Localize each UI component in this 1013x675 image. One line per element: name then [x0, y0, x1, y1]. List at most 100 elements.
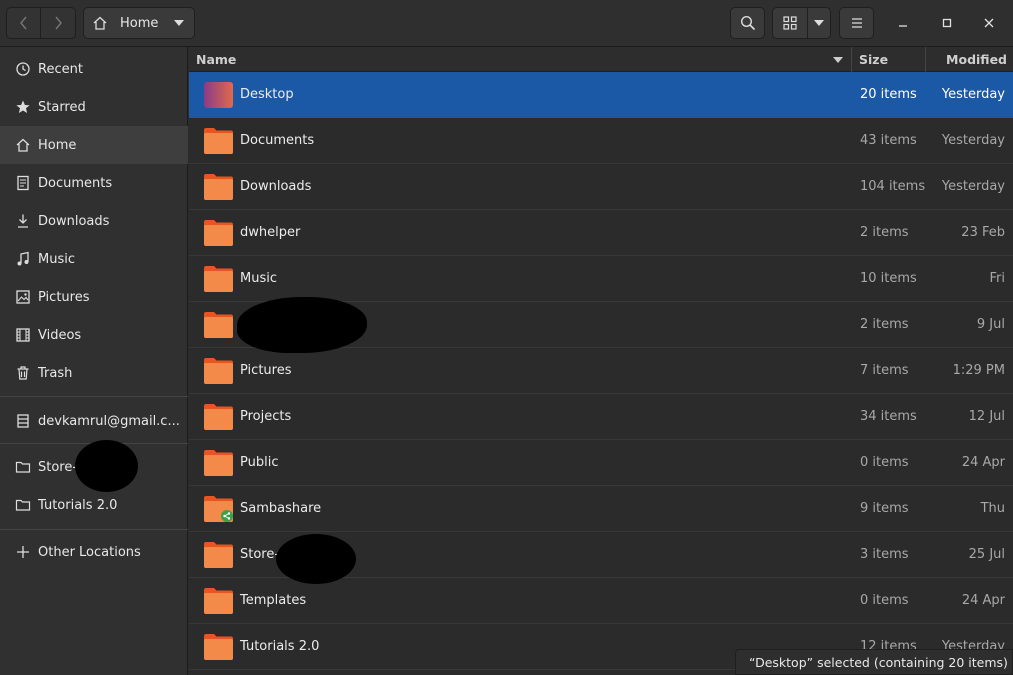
sidebar-item-home[interactable]: Home	[0, 126, 188, 164]
trash-icon	[14, 364, 32, 382]
grid-view-button[interactable]	[772, 7, 808, 39]
file-row[interactable]: Public 0 items 24 Apr	[189, 440, 1013, 486]
file-name: Desktop	[240, 87, 294, 102]
file-row[interactable]: Projects 34 items 12 Jul	[189, 394, 1013, 440]
sidebar-item-label: Home	[38, 137, 77, 153]
sidebar-item-starred[interactable]: Starred	[0, 88, 188, 126]
redaction-mark	[75, 440, 138, 492]
column-header-name[interactable]: Name	[196, 52, 236, 67]
folder-icon	[203, 632, 234, 661]
server-icon	[14, 412, 32, 430]
file-size: 0 items	[860, 455, 909, 470]
desktop-folder-icon	[203, 80, 234, 109]
file-size: 104 items	[860, 179, 926, 194]
view-options-dropdown-button[interactable]	[808, 7, 831, 39]
file-size: 10 items	[860, 271, 917, 286]
column-header-modified[interactable]: Modified	[946, 52, 1007, 67]
sidebar-separator	[0, 396, 188, 397]
file-row[interactable]: Downloads 104 items Yesterday	[189, 164, 1013, 210]
file-row[interactable]: Pictures 7 items 1:29 PM	[189, 348, 1013, 394]
sidebar-item-music[interactable]: Music	[0, 240, 188, 278]
folder-icon	[203, 540, 234, 569]
file-size: 0 items	[860, 593, 909, 608]
sidebar-item-videos[interactable]: Videos	[0, 316, 188, 354]
sidebar-item-label: Music	[38, 251, 75, 267]
sidebar-item-documents[interactable]: Documents	[0, 164, 188, 202]
file-row[interactable]: Documents 43 items Yesterday	[189, 118, 1013, 164]
sidebar-item-label: Recent	[38, 61, 83, 77]
minimize-icon	[899, 25, 907, 27]
file-name: dwhelper	[240, 225, 301, 240]
sidebar-item-downloads[interactable]: Downloads	[0, 202, 188, 240]
caret-down-icon	[814, 20, 824, 26]
plus-icon	[14, 543, 32, 561]
view-options	[772, 7, 831, 39]
column-divider[interactable]	[925, 47, 926, 72]
column-divider[interactable]	[851, 47, 852, 72]
file-modified: 24 Apr	[961, 593, 1005, 608]
sidebar-item-label: Trash	[38, 365, 73, 381]
file-modified: 25 Jul	[968, 547, 1005, 562]
sidebar-item-online-account[interactable]: devkamrul@gmail.c...	[0, 402, 188, 440]
sort-descending-icon[interactable]	[833, 57, 843, 63]
redaction-mark	[276, 534, 356, 584]
file-size: 34 items	[860, 409, 917, 424]
download-icon	[14, 212, 32, 230]
file-name: Projects	[240, 409, 292, 424]
star-icon	[14, 98, 32, 116]
hamburger-icon	[851, 18, 862, 28]
back-button[interactable]	[6, 7, 41, 39]
sidebar-item-label: Other Locations	[38, 544, 141, 560]
caret-down-icon[interactable]	[174, 20, 185, 26]
sidebar-item-label: Videos	[38, 327, 82, 343]
file-size: 9 items	[860, 501, 909, 516]
forward-button[interactable]	[41, 7, 76, 39]
document-icon	[14, 174, 32, 192]
folder-icon	[203, 126, 234, 155]
file-modified: Yesterday	[941, 133, 1005, 148]
sidebar-item-label: Downloads	[38, 213, 110, 229]
folder-icon	[203, 586, 234, 615]
sidebar-item-label: Tutorials 2.0	[38, 497, 118, 513]
folder-icon	[203, 402, 234, 431]
close-button[interactable]	[975, 9, 1003, 37]
folder-icon	[203, 310, 234, 339]
shared-folder-icon	[203, 494, 234, 523]
file-size: 20 items	[860, 87, 917, 102]
sidebar-item-other-locations[interactable]: Other Locations	[0, 533, 188, 571]
header-bar: Home	[0, 0, 1013, 47]
file-row[interactable]: dwhelper 2 items 23 Feb	[189, 210, 1013, 256]
file-name: Templates	[240, 593, 307, 608]
folder-icon	[203, 218, 234, 247]
file-list-view: Name Size Modified Desktop 20 items Yester…	[189, 47, 1013, 675]
file-row[interactable]: Desktop 20 items Yesterday	[189, 72, 1013, 118]
main-menu-button[interactable]	[839, 7, 874, 39]
sidebar-separator	[0, 529, 188, 530]
file-modified: Yesterday	[941, 179, 1005, 194]
sidebar-item-trash[interactable]: Trash	[0, 354, 188, 392]
music-icon	[14, 250, 32, 268]
folder-icon	[203, 448, 234, 477]
sidebar-item-label: devkamrul@gmail.c...	[38, 413, 180, 429]
column-header-size[interactable]: Size	[859, 52, 888, 67]
minimize-button[interactable]	[889, 9, 917, 37]
places-sidebar: Recent Starred Home Documents Downloads …	[0, 47, 188, 675]
file-modified: 1:29 PM	[952, 363, 1005, 378]
picture-icon	[14, 288, 32, 306]
file-row[interactable]: Sambashare 9 items Thu	[189, 486, 1013, 532]
sidebar-item-pictures[interactable]: Pictures	[0, 278, 188, 316]
file-name: Public	[240, 455, 279, 470]
maximize-button[interactable]	[933, 9, 961, 37]
search-icon	[740, 15, 755, 31]
file-row[interactable]: Templates 0 items 24 Apr	[189, 578, 1013, 624]
file-name: Tutorials 2.0	[240, 639, 320, 654]
file-name: Store-	[240, 547, 280, 562]
sidebar-item-recent[interactable]: Recent	[0, 50, 188, 88]
search-button[interactable]	[730, 7, 765, 39]
folder-icon	[203, 264, 234, 293]
file-modified: Thu	[980, 501, 1005, 516]
sidebar-bookmark-tutorials[interactable]: Tutorials 2.0	[0, 486, 188, 524]
file-row[interactable]: Music 10 items Fri	[189, 256, 1013, 302]
home-icon	[93, 16, 107, 30]
path-bar-home-button[interactable]: Home	[83, 7, 195, 39]
